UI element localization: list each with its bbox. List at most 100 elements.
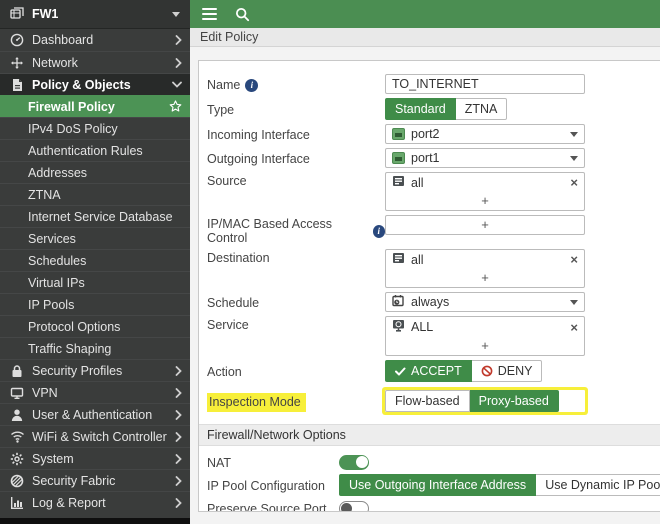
service-icon <box>392 319 405 335</box>
type-label: Type <box>207 101 385 117</box>
action-accept-button[interactable]: ACCEPT <box>385 360 472 382</box>
sidebar-item-label: Protocol Options <box>28 320 182 334</box>
ipmac-box: + <box>385 215 585 235</box>
sidebar-item-label: Services <box>28 232 182 246</box>
type-ztna-button[interactable]: ZTNA <box>456 98 508 120</box>
chevron-right-icon <box>175 498 182 508</box>
sidebar-item-system[interactable]: System <box>0 447 190 469</box>
network-icon <box>9 56 25 70</box>
fabric-icon <box>9 474 25 488</box>
sidebar-item-schedules[interactable]: Schedules <box>0 249 190 271</box>
sidebar-item-user-authentication[interactable]: User & Authentication <box>0 403 190 425</box>
schedule-select[interactable]: always <box>385 292 585 312</box>
outgoing-interface-label: Outgoing Interface <box>207 150 385 166</box>
address-icon <box>392 175 405 190</box>
sidebar-item-internet-service-database[interactable]: Internet Service Database <box>0 205 190 227</box>
sidebar-item-traffic-shaping[interactable]: Traffic Shaping <box>0 337 190 359</box>
edit-policy-form: Name i Type Standard ZTNA Incoming Inter… <box>198 60 660 512</box>
sidebar-item-firewall-policy[interactable]: Firewall Policy <box>0 95 190 117</box>
chevron-down-icon <box>570 132 578 137</box>
chevron-right-icon <box>175 366 182 376</box>
type-standard-button[interactable]: Standard <box>385 98 456 120</box>
info-icon[interactable]: i <box>245 79 258 92</box>
sidebar-bottom-strip <box>0 518 190 524</box>
ip-pool-label: IP Pool Configuration <box>207 477 339 493</box>
chevron-right-icon <box>175 58 182 68</box>
sidebar-item-network[interactable]: Network <box>0 51 190 73</box>
monitor-icon <box>9 386 25 400</box>
add-service-button[interactable]: + <box>386 337 584 355</box>
sidebar-item-label: Internet Service Database <box>28 210 182 224</box>
device-selector[interactable]: FW1 <box>0 0 190 29</box>
deny-icon <box>481 365 493 377</box>
sidebar-item-label: Authentication Rules <box>28 144 182 158</box>
name-input[interactable] <box>385 74 585 94</box>
sidebar-item-label: Traffic Shaping <box>28 342 182 356</box>
sidebar-item-authentication-rules[interactable]: Authentication Rules <box>0 139 190 161</box>
service-entry-label: ALL <box>411 320 433 334</box>
sidebar-item-log-report[interactable]: Log & Report <box>0 491 190 513</box>
add-source-button[interactable]: + <box>386 192 584 210</box>
ip-pool-outgoing-button[interactable]: Use Outgoing Interface Address <box>339 474 536 496</box>
port-icon <box>392 152 405 164</box>
sidebar-item-label: Network <box>32 56 171 70</box>
outgoing-interface-select[interactable]: port1 <box>385 148 585 168</box>
sidebar-item-security-fabric[interactable]: Security Fabric <box>0 469 190 491</box>
chevron-right-icon <box>175 454 182 464</box>
preserve-source-port-label: Preserve Source Port <box>207 500 339 512</box>
source-entry[interactable]: all × <box>386 173 584 192</box>
inspection-proxy-button[interactable]: Proxy-based <box>470 390 559 412</box>
remove-icon[interactable]: × <box>570 176 578 189</box>
sidebar-item-vpn[interactable]: VPN <box>0 381 190 403</box>
destination-entry-label: all <box>411 253 424 267</box>
sidebar-item-label: IP Pools <box>28 298 182 312</box>
remove-icon[interactable]: × <box>570 253 578 266</box>
chevron-right-icon <box>175 410 182 420</box>
incoming-interface-value: port2 <box>411 127 440 141</box>
chevron-right-icon <box>175 388 182 398</box>
sidebar-item-label: Virtual IPs <box>28 276 182 290</box>
destination-box: all × + <box>385 249 585 288</box>
add-destination-button[interactable]: + <box>386 269 584 287</box>
sidebar-nav: Dashboard Network Policy & Objects Firew… <box>0 29 190 518</box>
search-icon[interactable] <box>235 7 250 22</box>
chevron-right-icon <box>175 35 182 45</box>
destination-entry[interactable]: all × <box>386 250 584 269</box>
check-icon <box>395 367 406 376</box>
sidebar-item-ipv4-dos-policy[interactable]: IPv4 DoS Policy <box>0 117 190 139</box>
sidebar-item-security-profiles[interactable]: Security Profiles <box>0 359 190 381</box>
preserve-source-port-toggle[interactable] <box>339 501 369 513</box>
sidebar-item-ip-pools[interactable]: IP Pools <box>0 293 190 315</box>
add-ipmac-button[interactable]: + <box>386 216 584 234</box>
sidebar-item-label: Firewall Policy <box>28 100 169 114</box>
schedule-value: always <box>411 295 449 309</box>
main-area: Edit Policy Name i Type Standard <box>190 0 660 524</box>
sidebar-item-wifi-switch-controller[interactable]: WiFi & Switch Controller <box>0 425 190 447</box>
nat-toggle[interactable] <box>339 455 369 470</box>
remove-icon[interactable]: × <box>570 321 578 334</box>
sidebar-item-dashboard[interactable]: Dashboard <box>0 29 190 51</box>
action-segmented: ACCEPT DENY <box>385 360 585 382</box>
chevron-right-icon <box>175 432 182 442</box>
policy-objects-icon <box>9 78 25 92</box>
sidebar-item-services[interactable]: Services <box>0 227 190 249</box>
sidebar-item-policy-objects[interactable]: Policy & Objects <box>0 73 190 95</box>
info-icon[interactable]: i <box>373 225 385 238</box>
incoming-interface-select[interactable]: port2 <box>385 124 585 144</box>
sidebar-item-protocol-options[interactable]: Protocol Options <box>0 315 190 337</box>
outgoing-interface-value: port1 <box>411 151 440 165</box>
ip-pool-dynamic-button[interactable]: Use Dynamic IP Pool <box>536 474 660 496</box>
service-entry[interactable]: ALL × <box>386 317 584 337</box>
menu-icon[interactable] <box>202 8 217 21</box>
star-icon[interactable] <box>169 100 182 113</box>
action-deny-button[interactable]: DENY <box>472 360 543 382</box>
inspection-flow-button[interactable]: Flow-based <box>385 390 470 412</box>
sidebar-item-ztna[interactable]: ZTNA <box>0 183 190 205</box>
sidebar-item-label: Policy & Objects <box>32 78 168 92</box>
sidebar-item-label: WiFi & Switch Controller <box>32 430 171 444</box>
inspection-segmented: Flow-based Proxy-based <box>385 390 559 412</box>
source-entry-label: all <box>411 176 424 190</box>
sidebar-item-virtual-ips[interactable]: Virtual IPs <box>0 271 190 293</box>
sidebar-item-label: ZTNA <box>28 188 182 202</box>
sidebar-item-addresses[interactable]: Addresses <box>0 161 190 183</box>
